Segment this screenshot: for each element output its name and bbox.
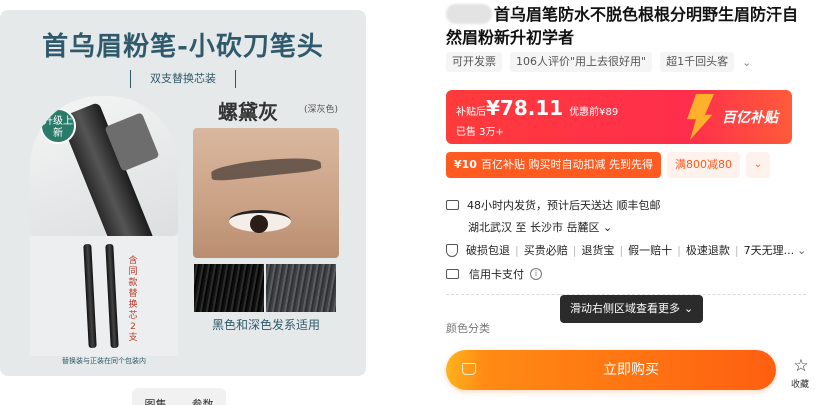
- shipping-row[interactable]: 48小时内发货，预计后天送达 顺丰包邮: [446, 197, 661, 213]
- guarantee-row[interactable]: 破损包退 | 买贵必赔 | 退货宝 | 假一赔十 | 极速退款 | 7天无理... ⌄: [446, 242, 806, 258]
- shipping-text: 48小时内发货，预计后天送达 顺丰包邮: [467, 199, 661, 212]
- guarantee-item: 退货宝: [581, 244, 615, 257]
- eyebrow: [210, 154, 322, 182]
- card-icon: [446, 269, 459, 279]
- separator: |: [734, 243, 739, 257]
- payment-row[interactable]: 信用卡支付 i: [446, 266, 542, 282]
- chevron-down-icon: ⌄: [684, 302, 694, 315]
- guarantee-item: 买贵必赔: [523, 244, 568, 257]
- price-prefix: 补贴后: [456, 107, 486, 118]
- coupon-amount: ¥10: [454, 158, 477, 171]
- main-product-image[interactable]: 首乌眉粉笔-小砍刀笔头 双支替换芯装 升级上新 螺黛灰 (深灰色) 含同款替换芯…: [0, 10, 366, 376]
- favorite-button[interactable]: ☆ 收藏: [790, 356, 812, 390]
- eye: [229, 210, 291, 233]
- color-name: 螺黛灰: [218, 100, 278, 124]
- refill-pencil: [105, 243, 119, 349]
- payment-label: 信用卡支付: [469, 268, 524, 281]
- buy-now-button[interactable]: 立即购买: [446, 350, 776, 390]
- shield-icon: [446, 243, 458, 257]
- chevron-down-icon[interactable]: ⌄: [742, 56, 751, 69]
- product-info: 首乌眉笔防水不脱色根根分明野生眉防汗自然眉粉新升初学者 可开发票 106人评价"…: [446, 0, 822, 405]
- upgrade-badge: 升级上新: [40, 108, 76, 144]
- destination-text: 湖北武汉 至 长沙市 岳麓区: [468, 221, 600, 234]
- hair-swatch-black: [194, 264, 264, 312]
- tag-reviews[interactable]: 106人评价"用上去很好用": [510, 52, 653, 72]
- refill-pencil: [83, 243, 97, 349]
- pupil: [250, 215, 268, 233]
- separator: |: [515, 243, 519, 257]
- coupon-text: 百亿补贴 购买时自动扣减 先到先得: [480, 158, 653, 171]
- price-value: ¥78.11: [486, 96, 564, 120]
- product-title: 首乌眉笔防水不脱色根根分明野生眉防汗自然眉粉新升初学者: [446, 5, 799, 47]
- tag-repeat-buyers[interactable]: 超1千回头客: [660, 52, 735, 72]
- color-note: (深灰色): [304, 105, 339, 115]
- favorite-label: 收藏: [790, 380, 809, 390]
- guarantee-item: 破损包退: [466, 244, 510, 257]
- scroll-hint-tooltip[interactable]: 滑动右侧区域查看更多 ⌄: [560, 295, 704, 323]
- separator: |: [619, 243, 624, 257]
- pencil-closeup: 升级上新: [30, 96, 178, 236]
- sold-count: 已售 3万+: [456, 127, 504, 138]
- refill-caption: 替换装与正装在同个包装内: [62, 357, 146, 365]
- tab-params[interactable]: 参数: [192, 396, 214, 405]
- lightning-icon: [687, 94, 714, 140]
- coupon-row: ¥10 百亿补贴 购买时自动扣减 先到先得 满800减80 ⌄: [446, 152, 770, 178]
- shipping-destination[interactable]: 湖北武汉 至 长沙市 岳麓区 ⌄: [468, 219, 612, 235]
- tag-invoice[interactable]: 可开发票: [446, 52, 502, 72]
- chevron-down-icon: ⌄: [797, 243, 807, 257]
- original-price: 优惠前¥89: [569, 107, 619, 118]
- chevron-down-icon[interactable]: ⌄: [745, 152, 770, 178]
- guarantee-item: 假一赔十: [628, 244, 673, 257]
- subsidy-coupon[interactable]: ¥10 百亿补贴 购买时自动扣减 先到先得: [446, 152, 661, 178]
- refill-label: 含同款替换芯2支: [128, 256, 138, 343]
- truck-icon: [446, 200, 459, 210]
- guarantee-item: 7天无理...: [743, 244, 795, 257]
- discount-coupon[interactable]: 满800减80: [666, 152, 740, 178]
- banner-title: 首乌眉粉笔-小砍刀笔头: [42, 32, 324, 62]
- buy-now-label: 立即购买: [603, 362, 659, 378]
- star-icon: ☆: [793, 356, 809, 376]
- separator: |: [572, 243, 577, 257]
- tag-row: 可开发票 106人评价"用上去很好用" 超1千回头客 ⌄: [446, 52, 751, 72]
- hair-caption: 黑色和深色发系适用: [211, 318, 320, 332]
- price-panel: 补贴后¥78.11 优惠前¥89 已售 3万+ 百亿补贴: [446, 90, 792, 144]
- tab-gallery[interactable]: 图集: [145, 396, 167, 405]
- hair-swatch-dark: [266, 264, 336, 312]
- refill-pencils: 含同款替换芯2支: [30, 236, 178, 356]
- eyebrow-photo: [193, 128, 339, 258]
- info-icon[interactable]: i: [530, 268, 542, 280]
- chevron-down-icon: ⌄: [599, 221, 613, 234]
- price-line: 补贴后¥78.11 优惠前¥89: [456, 96, 618, 120]
- separator: |: [677, 243, 681, 257]
- color-section-label: 颜色分类: [446, 322, 490, 335]
- subsidy-logo: 百亿补贴: [722, 110, 778, 126]
- guarantee-item: 极速退款: [685, 244, 730, 257]
- banner-subtitle: 双支替换芯装: [130, 70, 236, 88]
- gallery-tabs: 图集 参数: [132, 388, 226, 405]
- tooltip-text: 滑动右侧区域查看更多: [570, 302, 680, 315]
